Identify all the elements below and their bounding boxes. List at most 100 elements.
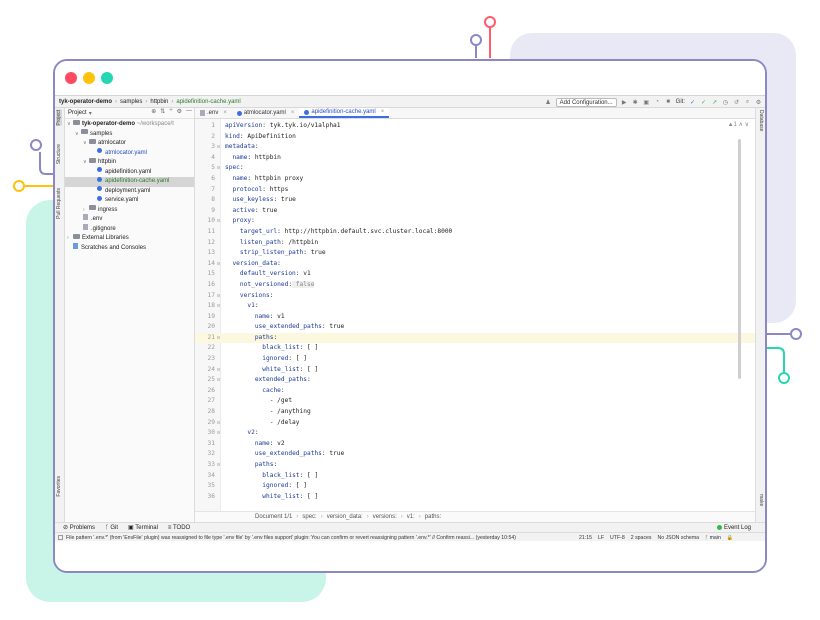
editor-crumb[interactable]: versions:: [373, 514, 397, 520]
gear-icon[interactable]: ⚙: [177, 108, 182, 115]
code-line[interactable]: 6 name: httpbin proxy: [195, 174, 755, 185]
collapse-all-icon[interactable]: ÷: [169, 108, 172, 115]
fold-marker-icon[interactable]: ⊟: [217, 216, 220, 227]
code-line[interactable]: 14 ⊟ version_data:: [195, 259, 755, 270]
code-line[interactable]: 12 listen_path: /httpbin: [195, 238, 755, 249]
tree-item[interactable]: deployment.yaml: [65, 186, 194, 197]
make-tool-tab[interactable]: make: [758, 494, 764, 506]
git-update-icon[interactable]: ✓: [689, 99, 696, 106]
fold-marker-icon[interactable]: ⊟: [217, 259, 220, 270]
settings-icon[interactable]: ⚙: [755, 99, 762, 106]
editor-crumb[interactable]: v1:: [407, 514, 415, 520]
code-line[interactable]: 1 apiVersion: tyk.tyk.io/v1alpha1: [195, 121, 755, 132]
fold-marker-icon[interactable]: ⊟: [217, 333, 220, 344]
editor-crumb[interactable]: version_data:: [327, 514, 363, 520]
close-tab-icon[interactable]: ×: [291, 108, 295, 118]
editor-crumb[interactable]: spec:: [302, 514, 316, 520]
code-line[interactable]: 7 protocol: https: [195, 185, 755, 196]
code-line[interactable]: 36 white_list: [ ]: [195, 492, 755, 503]
code-line[interactable]: 29 ⊟ - /delay: [195, 418, 755, 429]
code-line[interactable]: 24 ⊟ white_list: [ ]: [195, 365, 755, 376]
project-tool-tab[interactable]: Project: [56, 110, 62, 126]
tree-item[interactable]: apidefinition.yaml: [65, 167, 194, 178]
git-push-icon[interactable]: ↗: [711, 99, 718, 106]
breadcrumb-httpbin[interactable]: httpbin: [150, 99, 168, 105]
code-line[interactable]: 17 ⊟ versions:: [195, 291, 755, 302]
close-tab-icon[interactable]: ×: [223, 108, 227, 118]
git-branch-widget[interactable]: ᚴ main: [705, 535, 721, 541]
caret-position[interactable]: 21:15: [579, 535, 592, 541]
fold-marker-icon[interactable]: ⊟: [217, 291, 220, 302]
line-separator[interactable]: LF: [598, 535, 604, 541]
fold-marker-icon[interactable]: ⊟: [217, 428, 220, 439]
code-line[interactable]: 28 - /anything: [195, 407, 755, 418]
code-line[interactable]: 22 black_list: [ ]: [195, 343, 755, 354]
tab-atmlocator[interactable]: atmlocator.yaml ×: [232, 108, 300, 118]
tree-item[interactable]: › External Libraries: [65, 233, 194, 244]
code-line[interactable]: 8 use_keyless: true: [195, 195, 755, 206]
locate-icon[interactable]: ⊕: [151, 108, 156, 115]
structure-tool-tab[interactable]: Structure: [56, 144, 62, 164]
code-line[interactable]: 32 use_extended_paths: true: [195, 449, 755, 460]
profile-icon[interactable]: ◔: [654, 99, 661, 105]
tree-item[interactable]: Scratches and Consoles: [65, 242, 194, 254]
tree-item[interactable]: service.yaml: [65, 195, 194, 206]
terminal-tool-button[interactable]: ▣ Terminal: [128, 524, 158, 531]
tree-item[interactable]: ∨ tyk-operator-demo ~/workspace/t: [65, 119, 194, 130]
editor-crumb[interactable]: Document 1/1: [255, 514, 292, 520]
code-line[interactable]: 3 ⊟ metadata:: [195, 142, 755, 153]
status-message[interactable]: File pattern '.env.*' (from 'EnvFile' pl…: [66, 535, 571, 541]
tree-item[interactable]: atmlocator.yaml: [65, 148, 194, 159]
code-line[interactable]: 4 name: httpbin: [195, 153, 755, 164]
code-line[interactable]: 31 name: v2: [195, 439, 755, 450]
tree-item[interactable]: .gitignore: [65, 223, 194, 235]
code-line[interactable]: 26 cache:: [195, 386, 755, 397]
problems-tool-button[interactable]: ⊘ Problems: [63, 524, 95, 531]
rollback-icon[interactable]: ↺: [733, 99, 740, 106]
vertical-scrollbar[interactable]: [738, 139, 741, 379]
code-line[interactable]: 30 ⊟ v2:: [195, 428, 755, 439]
tab-apidefinition-cache[interactable]: apidefinition-cache.yaml ×: [299, 108, 390, 118]
code-line[interactable]: 5 ⊟ spec:: [195, 163, 755, 174]
tree-item[interactable]: ∨ httpbin: [65, 157, 194, 168]
code-line[interactable]: 11 target_url: http://httpbin.default.sv…: [195, 227, 755, 238]
hide-icon[interactable]: —: [186, 108, 192, 115]
close-window-button[interactable]: [65, 72, 77, 84]
tree-item[interactable]: ∨ atmlocator: [65, 138, 194, 149]
maximize-window-button[interactable]: [101, 72, 113, 84]
fold-marker-icon[interactable]: ⊟: [217, 418, 220, 429]
file-encoding[interactable]: UTF-8: [610, 535, 625, 541]
editor-crumb[interactable]: paths:: [425, 514, 441, 520]
code-line[interactable]: 23 ignored: [ ]: [195, 354, 755, 365]
code-editor[interactable]: 1 apiVersion: tyk.tyk.io/v1alpha1 2 kind: A…: [195, 119, 755, 511]
add-configuration-button[interactable]: Add Configuration...: [555, 97, 617, 107]
pull-requests-tool-tab[interactable]: Pull Requests: [56, 188, 62, 219]
project-view-selector[interactable]: Project: [68, 110, 87, 116]
stop-icon[interactable]: ■: [665, 99, 672, 105]
expand-all-icon[interactable]: ⇅: [160, 108, 165, 115]
git-tool-button[interactable]: ᚴ Git: [105, 525, 118, 531]
tree-item-selected[interactable]: apidefinition-cache.yaml: [65, 176, 194, 187]
code-line[interactable]: 27 - /get: [195, 396, 755, 407]
git-commit-icon[interactable]: ✓: [700, 99, 707, 106]
search-icon[interactable]: ⌕: [744, 99, 751, 106]
code-line[interactable]: 19 name: v1: [195, 312, 755, 323]
database-tool-tab[interactable]: Database: [758, 110, 764, 131]
json-schema-selector[interactable]: No JSON schema: [658, 535, 700, 541]
fold-marker-icon[interactable]: ⊟: [217, 142, 220, 153]
code-line[interactable]: 13 strip_listen_path: true: [195, 248, 755, 259]
status-checkbox-icon[interactable]: [58, 535, 63, 540]
code-line[interactable]: 10 ⊟ proxy:: [195, 216, 755, 227]
fold-marker-icon[interactable]: ⊟: [217, 460, 220, 471]
fold-marker-icon[interactable]: ⊟: [217, 163, 220, 174]
breadcrumb-file[interactable]: apidefinition-cache.yaml: [176, 99, 240, 105]
code-line[interactable]: 35 ignored: [ ]: [195, 481, 755, 492]
code-line[interactable]: 33 ⊟ paths:: [195, 460, 755, 471]
user-icon[interactable]: ♟: [545, 99, 552, 106]
coverage-icon[interactable]: ▣: [643, 99, 650, 106]
code-line[interactable]: 15 default_version: v1: [195, 269, 755, 280]
code-line[interactable]: 9 active: true: [195, 206, 755, 217]
fold-marker-icon[interactable]: ⊟: [217, 365, 220, 376]
indent-setting[interactable]: 2 spaces: [631, 535, 652, 541]
code-line[interactable]: 25 ⊟ extended_paths:: [195, 375, 755, 386]
